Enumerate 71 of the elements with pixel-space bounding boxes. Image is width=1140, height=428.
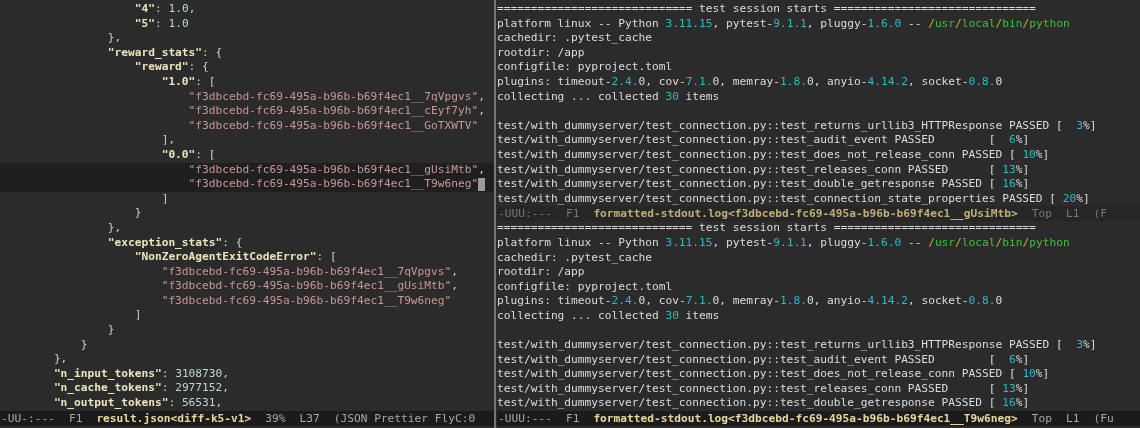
log-line: test/with_dummyserver/test_connection.py::test_connection_state_properties PASSED [ 20%] — [497, 191, 1090, 207]
code-line: }, — [52, 352, 68, 367]
log-line: cachedir: .pytest_cache — [497, 31, 652, 46]
line-number: L1 — [1065, 411, 1080, 427]
code-line: "1.0": [ — [160, 74, 216, 90]
code-line: } — [106, 323, 115, 338]
code-line: "f3dbcebd-fc69-495a-b96b-b69f4ec1__gUsiMtb", — [187, 162, 485, 178]
log-line: test/with_dummyserver/test_connection.py::test_does_not_release_conn PASSED [ 10%] — [497, 367, 1050, 382]
log-line: test/with_dummyserver/test_connection.py::test_audit_event PASSED [ 6%] — [497, 133, 1030, 148]
log-line: platform linux -- Python 3.11.15, pytest-9.1.1, pluggy-1.6.0 -- /usr/local/bin/python — [497, 235, 1070, 251]
log-line: test/with_dummyserver/test_connection.py::test_releases_conn PASSED [ 13%] — [497, 381, 1030, 397]
code-line: ] — [160, 191, 169, 207]
buffer-state: -UUU:--- — [498, 411, 552, 427]
scroll-position: 39% — [265, 410, 286, 426]
scroll-position: Top — [1031, 411, 1052, 427]
log-line: ============================= test session starts ============================== — [497, 221, 1036, 236]
line-number: L37 — [299, 410, 320, 426]
log-line: configfile: pyproject.toml — [497, 60, 673, 75]
log-line: test/with_dummyserver/test_connection.py::test_returns_urllib3_HTTPResponse PASSED [ 3%] — [497, 118, 1097, 134]
log-line: test/with_dummyserver/test_connection.py::test_returns_urllib3_HTTPResponse PASSED [ 3%] — [497, 338, 1097, 353]
log-line: platform linux -- Python 3.11.15, pytest-9.1.1, pluggy-1.6.0 -- /usr/local/bin/python — [497, 16, 1070, 32]
code-line: ], — [160, 133, 176, 148]
code-line: "0.0": [ — [160, 147, 216, 163]
code-line: "f3dbcebd-fc69-495a-b96b-b69f4ec1__GoTXWTV" — [187, 118, 479, 134]
buffer-name: formatted-stdout.log<f3dbcebd-fc69-495a-b96b-b69f4ec1__gUsiMtb> — [593, 206, 1018, 222]
line-number: L1 — [1065, 206, 1080, 222]
major-modes: (Fu — [1093, 411, 1114, 427]
log-line: configfile: pyproject.toml — [497, 279, 673, 295]
log-line: test/with_dummyserver/test_connection.py::test_does_not_release_conn PASSED [ 10%] — [497, 147, 1050, 163]
buffer-state: -UUU:--- — [498, 206, 552, 222]
scroll-position: Top — [1031, 206, 1052, 222]
code-line: "n_output_tokens": 56531, — [52, 396, 223, 411]
log-line: rootdir: /app — [497, 265, 585, 280]
code-line: }, — [106, 31, 122, 46]
log-line: cachedir: .pytest_cache — [497, 250, 652, 266]
log-line: collecting ... collected 30 items — [497, 308, 720, 324]
frame-name: F1 — [565, 206, 580, 222]
frame-name: F1 — [565, 411, 580, 427]
code-line: "f3dbcebd-fc69-495a-b96b-b69f4ec1__gUsiMtb", — [160, 279, 459, 294]
code-line: "n_cache_tokens": 2977152, — [52, 381, 230, 397]
code-line: "f3dbcebd-fc69-495a-b96b-b69f4ec1__cEyf7yh", — [187, 104, 485, 119]
code-line: } — [79, 337, 88, 353]
code-line: "f3dbcebd-fc69-495a-b96b-b69f4ec1__7qVpgvs", — [187, 89, 485, 105]
major-modes: (F — [1093, 206, 1107, 222]
code-line: "5": 1.0 — [133, 16, 189, 32]
code-line: } — [133, 206, 142, 221]
log-line: test/with_dummyserver/test_connection.py::test_audit_event PASSED [ 6%] — [497, 352, 1030, 368]
code-line: }, — [106, 220, 122, 236]
buffer-name: result.json<diff-k5-v1> — [96, 410, 252, 426]
frame-name: F1 — [68, 410, 83, 426]
code-line: "f3dbcebd-fc69-495a-b96b-b69f4ec1__7qVpgvs", — [160, 264, 459, 280]
log-line: plugins: timeout-2.4.0, cov-7.1.0, memray-1.8.0, anyio-4.14.2, socket-0.8.0 — [497, 74, 1003, 90]
buffer-name: formatted-stdout.log<f3dbcebd-fc69-495a-b96b-b69f4ec1__T9w6neg> — [593, 411, 1018, 427]
code-line: ] — [133, 308, 142, 324]
code-line: "NonZeroAgentExitCodeError": [ — [133, 250, 337, 265]
code-line: "f3dbcebd-fc69-495a-b96b-b69f4ec1__T9w6neg" — [160, 293, 452, 309]
log-line: rootdir: /app — [497, 45, 585, 61]
log-line: collecting ... collected 30 items — [497, 89, 720, 105]
code-line: "n_input_tokens": 3108730, — [52, 366, 230, 382]
code-line: "reward": { — [133, 60, 209, 75]
log-line: test/with_dummyserver/test_connection.py::test_double_getresponse PASSED [ 16%] — [497, 396, 1030, 412]
code-line: "reward_stats": { — [106, 45, 223, 61]
log-line: plugins: timeout-2.4.0, cov-7.1.0, memray-1.8.0, anyio-4.14.2, socket-0.8.0 — [497, 294, 1003, 309]
log-line: test/with_dummyserver/test_connection.py::test_double_getresponse PASSED [ 16%] — [497, 177, 1030, 192]
log-line: test/with_dummyserver/test_connection.py::test_releases_conn PASSED [ 13%] — [497, 162, 1030, 178]
code-line: "f3dbcebd-fc69-495a-b96b-b69f4ec1__T9w6neg" — [187, 177, 479, 192]
buffer-state: -UU-:--- — [1, 410, 55, 426]
code-line: "exception_stats": { — [106, 235, 243, 251]
code-line: "4": 1.0, — [133, 2, 196, 17]
major-modes: (JSON Prettier FlyC:0 — [333, 410, 476, 426]
log-line: ============================= test session starts ============================== — [497, 2, 1036, 17]
